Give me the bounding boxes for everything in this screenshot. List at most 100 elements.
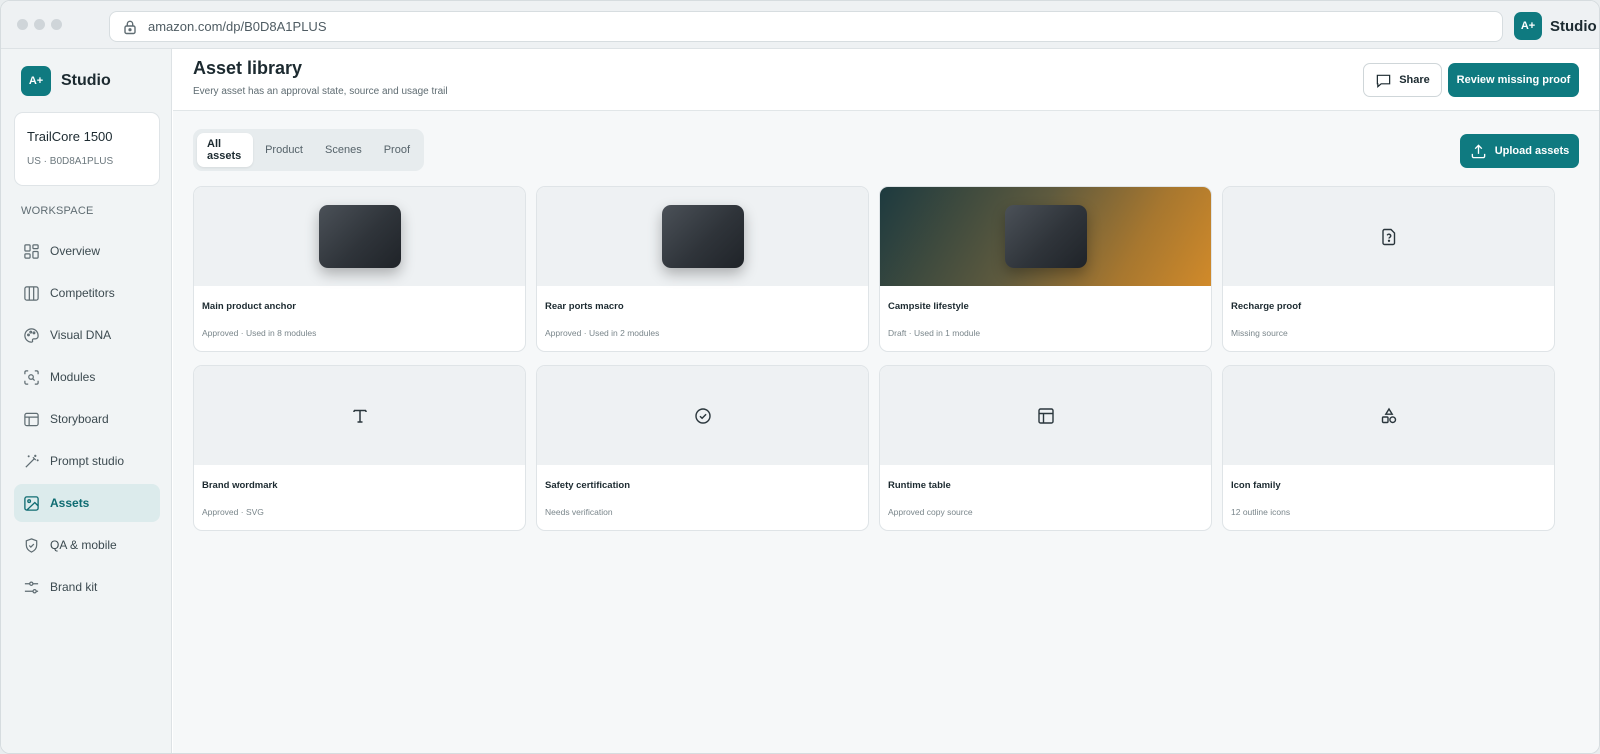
type-icon bbox=[352, 409, 367, 423]
sidebar-item-label: Assets bbox=[50, 496, 90, 510]
asset-card-brand-wordmark[interactable]: Brand wordmark Approved · SVG bbox=[193, 365, 526, 531]
sidebar-item-label: Prompt studio bbox=[50, 454, 125, 468]
window-maximize-dot[interactable] bbox=[51, 19, 62, 30]
asset-card-campsite-lifestyle[interactable]: Campsite lifestyle Draft · Used in 1 mod… bbox=[879, 186, 1212, 352]
sidebar-item-label: Overview bbox=[50, 244, 101, 258]
grid-icon bbox=[24, 243, 39, 259]
asset-title: Campsite lifestyle bbox=[888, 301, 969, 312]
tab-all-assets[interactable]: All assets bbox=[197, 133, 254, 167]
sidebar-item-storyboard[interactable]: Storyboard bbox=[14, 400, 160, 438]
product-name: TrailCore 1500 bbox=[27, 129, 113, 144]
asset-meta: Draft · Used in 1 module bbox=[888, 328, 981, 338]
asset-meta: Missing source bbox=[1231, 328, 1288, 338]
sidebar-item-label: Storyboard bbox=[50, 412, 109, 426]
sidebar-item-label: Competitors bbox=[50, 286, 115, 300]
sidebar-item-prompt-studio[interactable]: Prompt studio bbox=[14, 442, 160, 480]
scan-search-icon bbox=[24, 369, 39, 385]
sidebar-item-brand-kit[interactable]: Brand kit bbox=[14, 568, 160, 606]
asset-thumbnail bbox=[194, 366, 525, 465]
sidebar-item-label: Brand kit bbox=[50, 580, 98, 594]
product-device-image bbox=[318, 205, 401, 268]
review-missing-proof-button[interactable]: Review missing proof bbox=[1448, 63, 1579, 97]
sidebar-item-label: QA & mobile bbox=[50, 538, 117, 552]
tab-proof[interactable]: Proof bbox=[374, 133, 420, 167]
sliders-icon bbox=[24, 581, 39, 593]
sidebar-brand-name: Studio bbox=[61, 72, 111, 89]
workspace-section-label: WORKSPACE bbox=[21, 205, 94, 217]
upload-assets-button[interactable]: Upload assets bbox=[1460, 134, 1579, 168]
asset-card-recharge-proof[interactable]: Recharge proof Missing source bbox=[1222, 186, 1555, 352]
asset-title: Recharge proof bbox=[1231, 301, 1302, 312]
product-device-image bbox=[661, 205, 744, 268]
asset-card-rear-ports-macro[interactable]: Rear ports macro Approved · Used in 2 mo… bbox=[536, 186, 869, 352]
asset-meta: Needs verification bbox=[545, 507, 613, 517]
share-button[interactable]: Share bbox=[1363, 63, 1442, 97]
chrome-brand-logo: A+ bbox=[1514, 12, 1542, 40]
main-content: Asset library Every asset has an approva… bbox=[173, 49, 1599, 753]
sidebar-item-modules[interactable]: Modules bbox=[14, 358, 160, 396]
magic-wand-icon bbox=[25, 454, 39, 468]
window-close-dot[interactable] bbox=[17, 19, 28, 30]
sidebar-item-assets[interactable]: Assets bbox=[14, 484, 160, 522]
palette-icon bbox=[24, 327, 39, 343]
asset-title: Main product anchor bbox=[202, 301, 296, 312]
shield-check-icon bbox=[25, 537, 38, 553]
tab-scenes[interactable]: Scenes bbox=[315, 133, 372, 167]
asset-card-icon-family[interactable]: Icon family 12 outline icons bbox=[1222, 365, 1555, 531]
page-title: Asset library bbox=[193, 58, 303, 78]
asset-filter-tabs: All assets Product Scenes Proof bbox=[193, 129, 424, 171]
sidebar-item-competitors[interactable]: Competitors bbox=[14, 274, 160, 312]
layout-icon bbox=[24, 412, 39, 426]
address-bar[interactable]: amazon.com/dp/B0D8A1PLUS bbox=[109, 11, 1503, 42]
sidebar-item-visual-dna[interactable]: Visual DNA bbox=[14, 316, 160, 354]
asset-title: Icon family bbox=[1231, 480, 1281, 491]
product-sku: US · B0D8A1PLUS bbox=[27, 156, 114, 167]
asset-thumbnail bbox=[880, 366, 1211, 465]
sidebar-brand[interactable]: A+ Studio bbox=[21, 66, 111, 96]
browser-chrome: amazon.com/dp/B0D8A1PLUS A+ Studio bbox=[1, 1, 1599, 49]
asset-meta: 12 outline icons bbox=[1231, 507, 1291, 517]
asset-card-safety-certification[interactable]: Safety certification Needs verification bbox=[536, 365, 869, 531]
tab-product[interactable]: Product bbox=[255, 133, 313, 167]
asset-title: Safety certification bbox=[545, 480, 630, 491]
sidebar-item-label: Modules bbox=[50, 370, 96, 384]
chrome-brand: A+ Studio bbox=[1514, 12, 1597, 40]
message-square-icon bbox=[1376, 74, 1391, 88]
asset-thumbnail bbox=[1223, 366, 1554, 465]
review-button-label: Review missing proof bbox=[1456, 74, 1571, 86]
page-subtitle: Every asset has an approval state, sourc… bbox=[193, 86, 448, 97]
asset-thumbnail bbox=[1223, 187, 1554, 286]
window-minimize-dot[interactable] bbox=[34, 19, 45, 30]
sidebar-item-qa-mobile[interactable]: QA & mobile bbox=[14, 526, 160, 564]
asset-title: Brand wordmark bbox=[202, 480, 278, 491]
app-window: amazon.com/dp/B0D8A1PLUS A+ Studio A+ St… bbox=[0, 0, 1600, 754]
image-icon bbox=[24, 495, 39, 511]
sidebar-item-overview[interactable]: Overview bbox=[14, 232, 160, 270]
asset-thumbnail bbox=[537, 366, 868, 465]
asset-thumbnail bbox=[537, 187, 868, 286]
product-device-image bbox=[1004, 205, 1087, 268]
product-selector[interactable]: TrailCore 1500 US · B0D8A1PLUS bbox=[14, 112, 160, 186]
circle-check-icon bbox=[694, 407, 711, 424]
asset-card-runtime-table[interactable]: Runtime table Approved copy source bbox=[879, 365, 1212, 531]
asset-title: Rear ports macro bbox=[545, 301, 624, 312]
asset-thumbnail bbox=[880, 187, 1211, 286]
asset-card-main-product-anchor[interactable]: Main product anchor Approved · Used in 8… bbox=[193, 186, 526, 352]
sidebar-brand-logo: A+ bbox=[21, 66, 51, 96]
page-header: Asset library Every asset has an approva… bbox=[173, 49, 1599, 111]
asset-title: Runtime table bbox=[888, 480, 951, 491]
asset-meta: Approved · Used in 2 modules bbox=[545, 328, 660, 338]
lock-icon bbox=[124, 20, 136, 34]
file-question-icon bbox=[1381, 228, 1395, 245]
share-button-label: Share bbox=[1399, 74, 1430, 86]
asset-thumbnail bbox=[194, 187, 525, 286]
url-text: amazon.com/dp/B0D8A1PLUS bbox=[148, 19, 327, 34]
sidebar-item-label: Visual DNA bbox=[50, 328, 112, 342]
chrome-brand-name: Studio bbox=[1550, 17, 1597, 35]
asset-meta: Approved copy source bbox=[888, 507, 973, 517]
sidebar: A+ Studio TrailCore 1500 US · B0D8A1PLUS… bbox=[1, 49, 172, 753]
asset-meta: Approved · SVG bbox=[202, 507, 264, 517]
upload-icon bbox=[1471, 143, 1486, 158]
columns-icon bbox=[24, 285, 39, 301]
table-icon bbox=[1037, 407, 1054, 424]
